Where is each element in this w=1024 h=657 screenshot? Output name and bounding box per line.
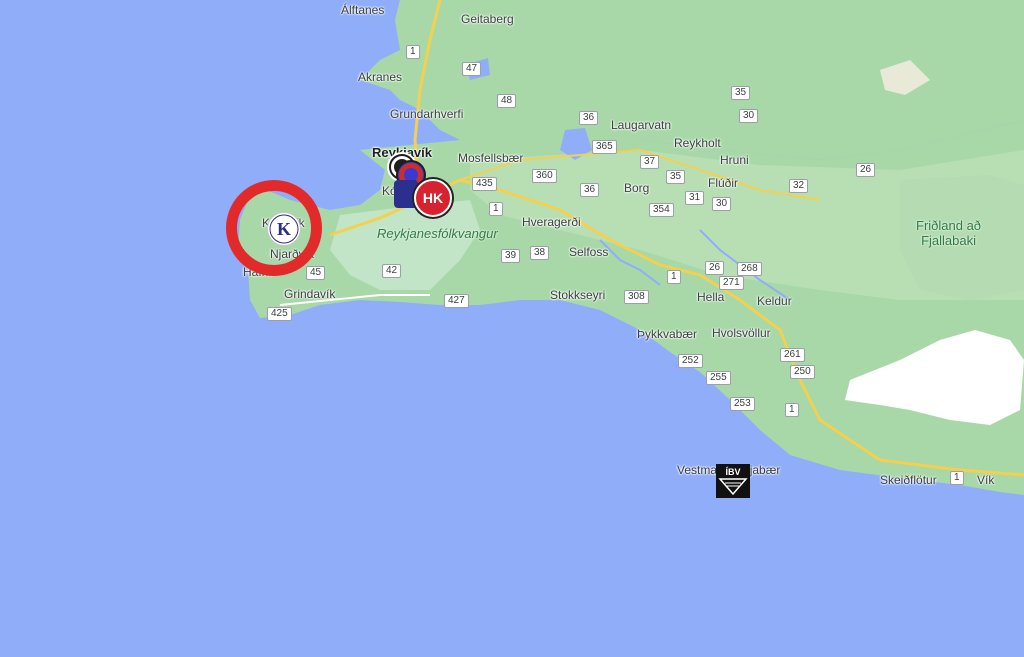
road-shield: 255 — [706, 371, 731, 385]
road-shield: 36 — [580, 183, 600, 197]
road-shield: 30 — [739, 109, 759, 123]
road-shield: 1 — [950, 471, 964, 485]
road-shield: 253 — [730, 397, 755, 411]
place-label[interactable]: Álftanes — [341, 3, 384, 17]
road-shield: 45 — [306, 266, 326, 280]
road-shield: 308 — [624, 290, 649, 304]
place-label[interactable]: Hruni — [720, 153, 749, 167]
road-shield: 425 — [267, 307, 292, 321]
road-shield: 36 — [579, 111, 599, 125]
road-shield: 1 — [489, 202, 503, 216]
place-label[interactable]: Hvolsvöllur — [712, 326, 771, 340]
road-shield: 360 — [532, 169, 557, 183]
road-shield: 30 — [712, 197, 732, 211]
place-label[interactable]: Reykholt — [674, 136, 721, 150]
place-label[interactable]: Grundarhverfi — [390, 107, 463, 121]
road-shield: 31 — [685, 191, 705, 205]
place-label[interactable]: Vík — [977, 473, 994, 487]
road-shield: 42 — [382, 264, 402, 278]
road-shield: 1 — [406, 45, 420, 59]
place-label[interactable]: Hella — [697, 290, 724, 304]
road-shield: 268 — [737, 262, 762, 276]
road-shield: 261 — [780, 348, 805, 362]
road-shield: 365 — [592, 140, 617, 154]
place-label[interactable]: Geitaberg — [461, 12, 514, 26]
park-label-line: Friðland að — [916, 218, 982, 233]
road-shield: 38 — [530, 246, 550, 260]
park-label: Friðland að Fjallabaki — [916, 218, 981, 248]
place-label[interactable]: Selfoss — [569, 245, 608, 259]
ibv-crest-graphic — [718, 478, 748, 496]
road-shield: 354 — [649, 203, 674, 217]
road-shield: 1 — [667, 270, 681, 284]
place-label[interactable]: Grindavík — [284, 287, 335, 301]
road-shield: 26 — [705, 261, 725, 275]
road-shield: 427 — [444, 294, 469, 308]
place-label[interactable]: Laugarvatn — [611, 118, 671, 132]
road-shield: 26 — [856, 163, 876, 177]
road-shield: 35 — [731, 86, 751, 100]
road-shield: 435 — [472, 177, 497, 191]
road-shield: 1 — [785, 403, 799, 417]
road-shield: 37 — [640, 155, 660, 169]
crest-letter: ÍBV — [725, 467, 741, 477]
road-shield: 271 — [719, 276, 744, 290]
road-shield: 250 — [790, 365, 815, 379]
hk-crest-icon[interactable]: HK — [414, 179, 452, 217]
place-label[interactable]: Akranes — [358, 70, 402, 84]
place-label[interactable]: Keldur — [757, 294, 792, 308]
place-label[interactable]: Flúðir — [708, 176, 738, 190]
map-viewport[interactable]: Álftanes Geitaberg Akranes Grundarhverfi… — [0, 0, 1024, 657]
place-label[interactable]: Þykkvabær — [637, 327, 697, 341]
place-label[interactable]: Stokkseyri — [550, 288, 605, 302]
road-shield: 47 — [462, 62, 482, 76]
park-label: Reykjanesfólkvangur — [377, 226, 498, 241]
road-shield: 252 — [678, 354, 703, 368]
place-label[interactable]: Borg — [624, 181, 649, 195]
highlight-ring — [226, 180, 322, 276]
road-shield: 48 — [497, 94, 517, 108]
road-shield: 35 — [666, 170, 686, 184]
place-label[interactable]: Skeiðflötur — [880, 473, 937, 487]
place-label[interactable]: Mosfellsbær — [458, 151, 523, 165]
road-shield: 39 — [501, 249, 521, 263]
park-label-line: Fjallabaki — [921, 233, 976, 248]
place-label[interactable]: Hveragerði — [522, 215, 581, 229]
road-shield: 32 — [789, 179, 809, 193]
ibv-crest-icon[interactable]: ÍBV — [716, 464, 750, 498]
